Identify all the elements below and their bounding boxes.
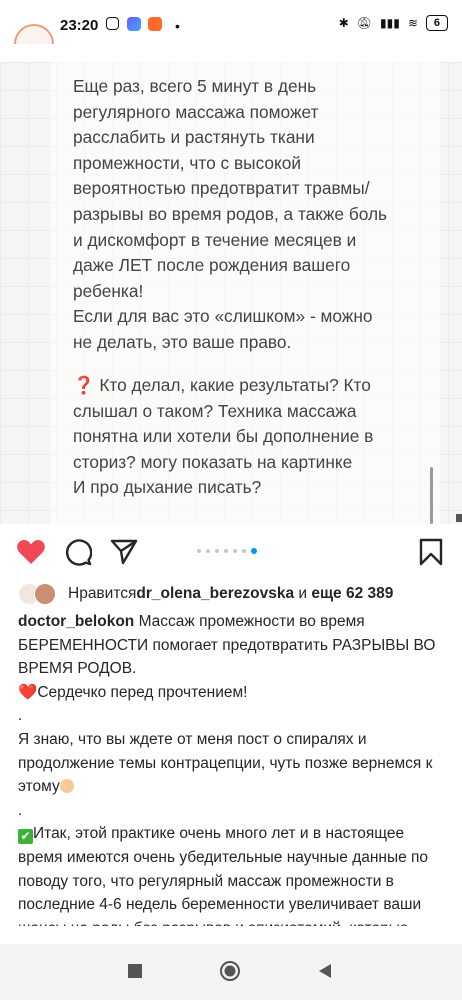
image-edge-mark xyxy=(456,514,462,522)
signal-icon: ▮▮▮ xyxy=(380,16,400,30)
question-text: Кто делал, какие результаты? Кто слышал … xyxy=(73,375,374,498)
app-notification-icon xyxy=(127,17,141,31)
caption-dot: . xyxy=(18,707,23,725)
carousel-dot-active xyxy=(251,548,257,554)
carousel-dot xyxy=(215,549,219,553)
caption-text-4: Итак, этой практике очень много лет и в … xyxy=(18,825,429,926)
carousel-dot xyxy=(233,549,237,553)
question-mark-icon: ❓ xyxy=(73,375,95,395)
caption-text-2: Сердечко перед прочтением! xyxy=(37,683,248,701)
share-icon[interactable] xyxy=(110,538,138,566)
heart-emoji-icon: ❤️ xyxy=(18,683,38,701)
caption-line: doctor_belokon Массаж промежности во вре… xyxy=(18,610,446,681)
app-notification-icon-2 xyxy=(148,17,162,31)
liker-avatar xyxy=(34,583,56,605)
liker-avatars xyxy=(18,583,60,605)
comment-icon[interactable] xyxy=(64,538,92,566)
ok-hand-emoji-icon xyxy=(59,779,74,794)
carousel-dots xyxy=(197,548,257,554)
post-image-question: ❓ Кто делал, какие результаты? Кто слыша… xyxy=(73,373,413,501)
status-icons: ✱ 🔕︎ ▮▮▮ ≋ 6 xyxy=(339,15,448,31)
bluetooth-icon: ✱ xyxy=(338,16,349,30)
likes-count[interactable]: еще 62 389 xyxy=(311,585,393,603)
nav-back-icon[interactable] xyxy=(316,962,334,980)
battery-icon: 6 xyxy=(425,15,448,31)
likes-row[interactable]: Нравится dr_olena_berezovska и еще 62 38… xyxy=(18,582,393,606)
system-nav-bar xyxy=(0,944,462,1000)
post-image[interactable]: Еще раз, всего 5 минут в день регулярног… xyxy=(0,62,462,524)
caption-dot: . xyxy=(18,801,23,819)
status-time: 23:20 xyxy=(60,17,99,34)
wifi-icon: ≋ xyxy=(407,16,418,30)
caption-username[interactable]: doctor_belokon xyxy=(18,613,134,630)
mute-icon: 🔕︎ xyxy=(356,16,372,30)
post-image-text: Еще раз, всего 5 минут в день регулярног… xyxy=(73,76,388,352)
check-emoji-icon: ✔ xyxy=(18,829,33,845)
likes-prefix: Нравится xyxy=(68,585,137,602)
liker-username[interactable]: dr_olena_berezovska xyxy=(136,585,294,603)
carousel-dot xyxy=(224,549,228,553)
more-notifications-dot: • xyxy=(175,18,180,34)
nav-home-icon[interactable] xyxy=(219,960,241,982)
carousel-dot xyxy=(242,549,246,553)
carousel-dot xyxy=(197,549,201,553)
image-scrollbar xyxy=(430,467,433,524)
heart-icon[interactable] xyxy=(16,538,46,566)
post-caption: doctor_belokon Массаж промежности во вре… xyxy=(18,610,446,926)
nav-recent-icon[interactable] xyxy=(126,962,144,980)
caption-line: ✔ Итак, этой практике очень много лет и в… xyxy=(18,822,446,926)
caption-line: ❤️Сердечко перед прочтением! xyxy=(18,681,446,705)
caption-line: Я знаю, что вы ждете от меня пост о спир… xyxy=(18,728,446,799)
likes-middle: и xyxy=(294,585,312,602)
status-bar: 23:20 • ✱ 🔕︎ ▮▮▮ ≋ 6 xyxy=(0,0,462,52)
bookmark-icon[interactable] xyxy=(419,538,443,566)
carousel-dot xyxy=(206,549,210,553)
caption-text-3: Я знаю, что вы ждете от меня пост о спир… xyxy=(18,730,433,796)
instagram-notification-icon xyxy=(106,17,119,30)
